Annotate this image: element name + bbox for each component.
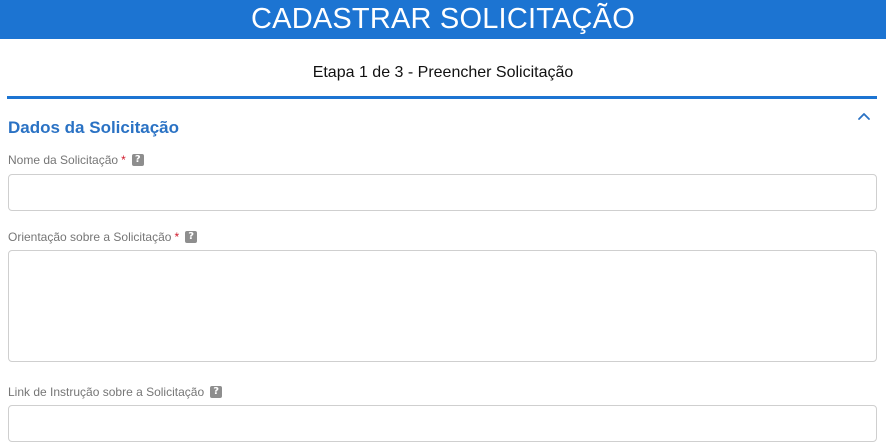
nome-label-text: Nome da Solicitação — [8, 153, 119, 167]
link-label: Link de Instrução sobre a Solicitação ? — [8, 385, 223, 399]
step-indicator: Etapa 1 de 3 - Preencher Solicitação — [312, 64, 574, 81]
help-icon[interactable]: ? — [131, 154, 144, 166]
help-icon[interactable]: ? — [210, 386, 223, 398]
required-marker: * — [121, 153, 126, 167]
required-marker: * — [174, 230, 180, 244]
page-header: CADASTRAR SOLICITAÇÃO — [0, 0, 886, 39]
collapse-section-button[interactable] — [854, 107, 874, 125]
orientacao-textarea[interactable] — [8, 250, 877, 362]
section-title: Dados da Solicitação — [8, 118, 179, 137]
orientacao-label: Orientação sobre a Solicitação * ? — [8, 230, 198, 244]
orientacao-label-text: Orientação sobre a Solicitação — [8, 230, 172, 244]
link-input[interactable] — [8, 405, 877, 442]
nome-label: Nome da Solicitação * ? — [8, 153, 144, 167]
page-title: CADASTRAR SOLICITAÇÃO — [251, 3, 635, 35]
link-label-text: Link de Instrução sobre a Solicitação — [8, 385, 205, 399]
step-divider — [7, 96, 877, 99]
help-icon[interactable]: ? — [185, 231, 198, 243]
nome-input[interactable] — [8, 174, 877, 211]
chevron-up-icon — [858, 113, 870, 120]
